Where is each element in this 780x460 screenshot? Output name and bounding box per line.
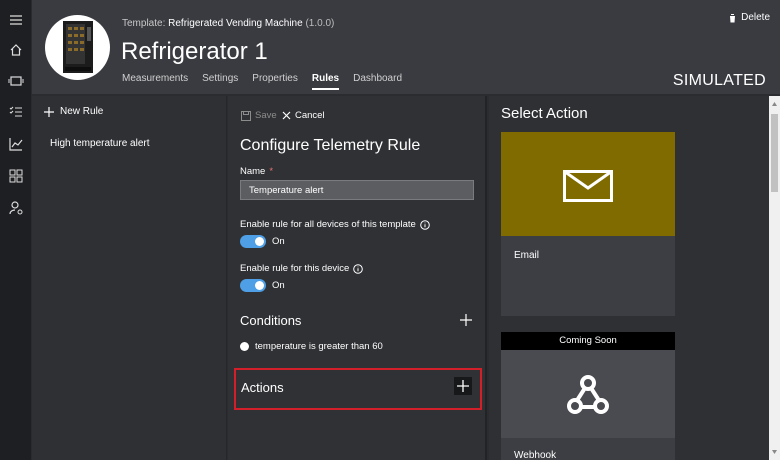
plus-icon [457, 380, 469, 392]
nav-rail [0, 0, 32, 460]
panel-scrollbar[interactable] [769, 96, 780, 460]
radio-dot-icon [240, 342, 249, 351]
select-action-panel: Select Action Email Coming Soon Webhook [489, 96, 769, 460]
save-button[interactable]: Save [241, 110, 277, 121]
save-label: Save [255, 110, 277, 121]
plus-icon [44, 106, 54, 117]
cancel-label: Cancel [295, 110, 325, 121]
new-rule-button[interactable]: New Rule [44, 106, 103, 117]
enable-device-toggle[interactable] [240, 279, 266, 292]
enable-device-state: On [272, 280, 285, 291]
enable-device-label: Enable rule for this device [240, 263, 364, 274]
toggle-knob [255, 281, 264, 290]
webhook-icon [567, 375, 609, 414]
template-version: (1.0.0) [305, 18, 335, 29]
select-action-title: Select Action [501, 105, 588, 122]
toggle-knob [255, 237, 264, 246]
webhook-action-card[interactable]: Coming Soon Webhook [501, 332, 675, 460]
new-rule-label: New Rule [60, 106, 104, 117]
analytics-icon[interactable] [8, 136, 24, 152]
dashboard-icon[interactable] [8, 168, 24, 184]
info-icon[interactable] [353, 263, 364, 274]
webhook-label: Webhook [514, 450, 557, 460]
tab-rules[interactable]: Rules [311, 73, 340, 90]
device-name: Refrigerator 1 [121, 38, 268, 65]
rule-list-item[interactable]: High temperature alert [50, 138, 150, 149]
info-icon[interactable] [420, 219, 430, 230]
name-label: Name * [240, 166, 273, 177]
name-label-text: Name [240, 166, 266, 177]
user-settings-icon[interactable] [8, 200, 24, 216]
save-icon [241, 110, 251, 121]
simulated-badge: SIMULATED [672, 72, 766, 89]
enable-all-label-text: Enable rule for all devices of this temp… [240, 219, 416, 230]
actions-title: Actions [241, 380, 284, 395]
email-action-card[interactable]: Email [501, 132, 675, 316]
delete-button[interactable]: Delete [728, 12, 770, 23]
trash-icon [729, 13, 737, 22]
webhook-tile [501, 350, 675, 438]
required-mark: * [269, 166, 274, 177]
template-name: Refrigerated Vending Machine [168, 18, 303, 29]
scroll-thumb[interactable] [771, 114, 778, 192]
condition-text: temperature is greater than 60 [255, 341, 383, 352]
enable-all-toggle[interactable] [240, 235, 266, 248]
template-label: Template: [122, 18, 166, 29]
template-info: Template: Refrigerated Vending Machine (… [122, 18, 334, 29]
enable-all-state: On [272, 236, 285, 247]
rules-list-panel: New Rule High temperature alert [32, 96, 227, 460]
configure-rule-panel: Save Cancel Configure Telemetry Rule Nam… [228, 96, 487, 460]
delete-label: Delete [741, 12, 770, 23]
hamburger-icon[interactable] [8, 12, 24, 28]
cancel-button[interactable]: Cancel [282, 110, 325, 121]
enable-device-label-text: Enable rule for this device [240, 263, 350, 274]
email-label: Email [514, 250, 540, 261]
email-tile [501, 132, 675, 236]
home-icon[interactable] [8, 42, 24, 58]
envelope-icon [563, 170, 613, 202]
device-tabs: Measurements Settings Properties Rules D… [122, 73, 402, 90]
actions-section-highlight: Actions [234, 368, 482, 410]
rule-name-field[interactable] [240, 180, 474, 200]
conditions-title: Conditions [240, 313, 302, 328]
device-icon[interactable] [8, 73, 24, 89]
scroll-down-arrow-icon[interactable] [771, 448, 778, 456]
coming-soon-badge: Coming Soon [501, 332, 675, 350]
configure-rule-title: Configure Telemetry Rule [240, 137, 421, 154]
close-icon [282, 111, 291, 120]
enable-all-label: Enable rule for all devices of this temp… [240, 219, 430, 230]
device-header: Template: Refrigerated Vending Machine (… [32, 0, 780, 94]
tab-properties[interactable]: Properties [252, 73, 298, 90]
tab-measurements[interactable]: Measurements [122, 73, 188, 90]
tab-settings[interactable]: Settings [202, 73, 238, 90]
checklist-icon[interactable] [8, 104, 24, 120]
tab-dashboard[interactable]: Dashboard [353, 73, 402, 90]
add-action-button[interactable] [454, 377, 472, 395]
condition-item[interactable]: temperature is greater than 60 [240, 341, 383, 352]
scroll-up-arrow-icon[interactable] [771, 100, 778, 108]
add-condition-button[interactable] [458, 312, 474, 328]
device-image [45, 15, 110, 80]
